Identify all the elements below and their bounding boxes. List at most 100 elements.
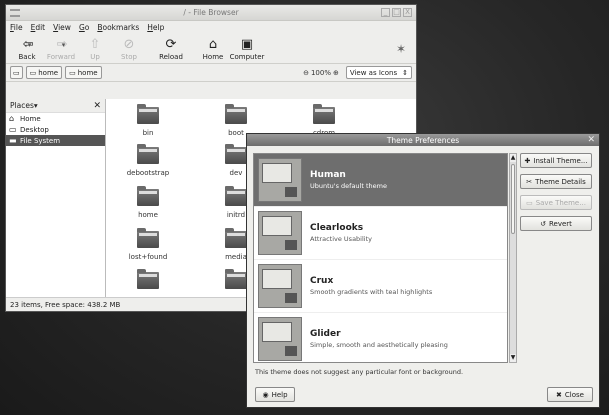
toolbar-stop-button[interactable]: ⊘ Stop — [112, 37, 146, 61]
theme-list[interactable]: Human Ubuntu's default theme Clearlooks Att… — [253, 153, 508, 363]
maximize-button[interactable]: □ — [392, 8, 401, 17]
folder-item[interactable] — [118, 269, 178, 294]
toolbar-forward-button[interactable]: ⇨ ▾ Forward — [44, 37, 78, 61]
toolbar-home-button[interactable]: ⌂ Home — [196, 37, 230, 61]
save-theme-button[interactable]: ▭ Save Theme... — [520, 195, 592, 210]
folder-icon — [137, 144, 159, 164]
toolbar-up-button[interactable]: ⇧ Up — [78, 37, 112, 61]
preview-folder-icon — [285, 240, 297, 250]
toolbar-label: Stop — [121, 53, 137, 61]
toggle-location-button[interactable]: ▭ — [10, 66, 23, 79]
toolbar-label: Back — [18, 53, 36, 61]
folder-item[interactable]: debootstrap — [118, 144, 178, 177]
preview-window — [262, 269, 292, 289]
folder-name: dev — [229, 169, 243, 177]
places-dropdown[interactable]: Places▾ — [10, 101, 38, 110]
menu-help[interactable]: Help — [147, 23, 164, 32]
folder-name: initrd — [226, 211, 246, 219]
toolbar-reload-button[interactable]: ⟳ Reload — [154, 37, 188, 61]
preview-window — [262, 216, 292, 236]
side-pane: Places▾ ✕ ⌂ Home ▭ Desktop ▬ File System — [6, 99, 106, 297]
folder-name: home — [138, 211, 158, 219]
toolbar-computer-button[interactable]: ▣ Computer — [230, 37, 265, 61]
zoom-out-icon[interactable]: ⊖ — [303, 69, 309, 77]
path-button-label: home — [38, 68, 59, 77]
revert-icon: ↺ — [540, 219, 546, 228]
menu-file[interactable]: File — [10, 23, 23, 32]
places-list: ⌂ Home ▭ Desktop ▬ File System — [6, 113, 105, 146]
theme-actions: ✚ Install Theme... ✂ Theme Details ▭ Sav… — [520, 153, 592, 231]
scroll-up-icon[interactable]: ▲ — [510, 154, 516, 162]
help-button[interactable]: ◉ Help — [255, 387, 295, 402]
theme-description: Attractive Usability — [310, 235, 372, 243]
preview-folder-icon — [285, 346, 297, 356]
theme-preferences-dialog: Theme Preferences ✕ Human Ubuntu's defaul… — [246, 133, 600, 408]
menu-edit[interactable]: Edit — [31, 23, 46, 32]
theme-preview — [258, 211, 302, 255]
place-item[interactable]: ▬ File System — [6, 135, 105, 146]
toolbar-label: Home — [202, 53, 224, 61]
folder-icon — [225, 186, 247, 206]
folder-name: bin — [142, 129, 154, 137]
reload-icon: ⟳ — [165, 37, 177, 52]
zoom-control: ⊖ 100% ⊕ — [303, 69, 339, 77]
close-window-button[interactable]: X — [403, 8, 412, 17]
place-label: File System — [20, 136, 61, 145]
place-item[interactable]: ⌂ Home — [6, 113, 105, 124]
place-label: Home — [20, 114, 41, 123]
folder-icon — [225, 228, 247, 248]
save-icon: ▭ — [526, 198, 533, 207]
toolbar-icon-group: ⇦ ▾ — [23, 37, 34, 53]
toolbar-back-button[interactable]: ⇦ ▾ Back — [10, 37, 44, 61]
menu-view[interactable]: View — [53, 23, 71, 32]
theme-name: Clearlooks — [310, 223, 364, 233]
folder-icon — [137, 269, 159, 289]
folder-icon: ▭ — [29, 68, 37, 77]
theme-name: Human — [310, 170, 346, 180]
scroll-thumb[interactable] — [511, 164, 515, 234]
theme-item[interactable]: Clearlooks Attractive Usability — [254, 207, 507, 260]
drive-icon: ▬ — [9, 136, 17, 145]
zoom-in-icon[interactable]: ⊕ — [333, 69, 339, 77]
view-mode-select[interactable]: View as Icons ⇕ — [345, 66, 412, 79]
folder-item[interactable]: lost+found — [118, 228, 178, 261]
help-label: Help — [271, 390, 288, 399]
dialog-titlebar[interactable]: Theme Preferences ✕ — [247, 134, 599, 146]
theme-details-button[interactable]: ✂ Theme Details — [520, 174, 592, 189]
folder-item[interactable]: home — [118, 186, 178, 219]
minimize-button[interactable]: _ — [381, 8, 390, 17]
folder-icon — [225, 144, 247, 164]
folder-name: debootstrap — [126, 169, 170, 177]
file-browser-titlebar[interactable]: / - File Browser _ □ X — [6, 5, 416, 21]
scroll-down-icon[interactable]: ▼ — [510, 354, 516, 362]
add-icon: ✚ — [524, 156, 531, 165]
folder-item[interactable]: bin — [118, 104, 178, 137]
theme-item[interactable]: Crux Smooth gradients with teal highlight… — [254, 260, 507, 313]
help-icon: ◉ — [262, 390, 269, 399]
folder-icon — [225, 104, 247, 124]
history-dropdown-icon[interactable]: ▾ — [28, 41, 32, 49]
theme-note: This theme does not suggest any particul… — [255, 368, 464, 376]
toolbar: ⇦ ▾ Back ⇨ ▾ Forward ⇧ Up ⊘ Stop ⟳ Reload ⌂ Home ▣ Comp… — [6, 34, 416, 64]
close-button[interactable]: ✖ Close — [547, 387, 593, 402]
close-dialog-icon[interactable]: ✕ — [587, 135, 595, 145]
close-side-pane-icon[interactable]: ✕ — [93, 101, 101, 111]
history-dropdown-icon[interactable]: ▾ — [62, 41, 66, 49]
location-bar: ▭ ▭ home ▭ home ⊖ 100% ⊕ View as Icons ⇕ — [6, 64, 416, 82]
theme-list-scrollbar[interactable]: ▲ ▼ — [509, 153, 517, 363]
theme-item[interactable]: Glider Simple, smooth and aesthetically p… — [254, 313, 507, 362]
revert-button[interactable]: ↺ Revert — [520, 216, 592, 231]
zoom-level[interactable]: 100% — [311, 69, 331, 77]
desktop-icon: ▭ — [9, 125, 17, 134]
folder-icon — [137, 104, 159, 124]
theme-item[interactable]: Human Ubuntu's default theme — [254, 154, 507, 207]
menu-bookmarks[interactable]: Bookmarks — [97, 23, 139, 32]
place-item[interactable]: ▭ Desktop — [6, 124, 105, 135]
install-theme-button[interactable]: ✚ Install Theme... — [520, 153, 592, 168]
toolbar-label: Up — [90, 53, 100, 61]
folder-icon: ▭ — [69, 68, 76, 77]
path-button-home-2[interactable]: ▭ home — [65, 66, 102, 79]
path-button-home[interactable]: ▭ home — [25, 66, 63, 79]
menu-go[interactable]: Go — [79, 23, 89, 32]
throbber-icon: ✶ — [395, 42, 406, 56]
